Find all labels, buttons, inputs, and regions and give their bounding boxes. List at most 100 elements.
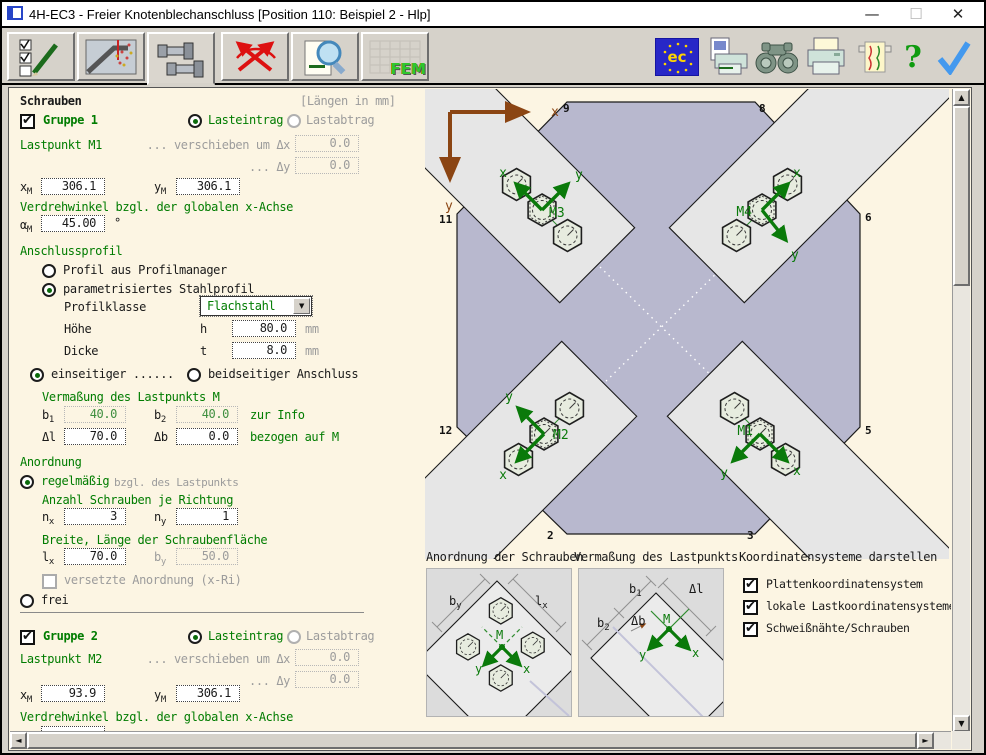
dl-label: Δl	[42, 430, 56, 445]
help-button[interactable]: ?	[898, 36, 928, 78]
group2-x-input[interactable]: 93.9	[41, 685, 105, 702]
group2-loadpoint-label: Lastpunkt M2	[20, 652, 102, 667]
by-input: 50.0	[176, 548, 238, 565]
group2-y-label: yM	[154, 688, 166, 708]
vertical-scrollbar[interactable]: ▲ ▼	[952, 89, 970, 732]
oneside-radio[interactable]	[30, 368, 44, 382]
app-icon	[7, 5, 23, 24]
group1-lasteintrag-label[interactable]: Lasteintrag	[208, 113, 283, 128]
nx-input[interactable]: 3	[64, 508, 126, 525]
group1-checkbox[interactable]	[20, 114, 35, 129]
lx-input[interactable]: 70.0	[64, 548, 126, 565]
scroll-down-button[interactable]: ▼	[953, 715, 970, 732]
mini1-y-label: y	[475, 662, 482, 676]
legend-dimension-heading: Vermaßung des Lastpunkts	[574, 550, 738, 564]
bolts-tab-active[interactable]	[147, 32, 215, 85]
group1-y-input[interactable]: 306.1	[176, 178, 240, 195]
twoside-label[interactable]: beidseitiger Anschluss	[208, 367, 358, 382]
binoculars-icon	[754, 37, 798, 77]
m1-x-axis-label: x	[793, 464, 801, 479]
profile-manager-radio[interactable]	[42, 264, 56, 278]
scroll-up-button[interactable]: ▲	[953, 89, 970, 106]
plate-cs-checkbox[interactable]	[743, 578, 758, 593]
local-cs-label[interactable]: lokale Lastkoordinatensysteme	[766, 599, 951, 614]
b1-input: 40.0	[64, 406, 126, 423]
section-anschlussprofil: Anschlussprofil	[20, 244, 122, 259]
scroll-view: Schrauben [Längen in mm] Gruppe 1 Lastei…	[10, 89, 951, 732]
loads-button[interactable]	[221, 32, 289, 81]
input-check-button[interactable]	[7, 32, 75, 81]
bolt-icon	[554, 220, 582, 252]
group2-lasteintrag-radio[interactable]	[188, 630, 202, 644]
gusset-plate-icon	[84, 36, 138, 78]
search-button[interactable]	[754, 36, 798, 78]
profile-manager-label[interactable]: Profil aus Profilmanager	[63, 263, 227, 278]
db-input[interactable]: 0.0	[176, 428, 238, 445]
global-x-label: x	[551, 105, 559, 120]
oneside-label[interactable]: einseitiger ......	[51, 367, 174, 382]
close-button[interactable]: ✕	[938, 2, 978, 26]
system-geometry-button[interactable]	[77, 32, 145, 81]
group1-lastabtrag-radio	[287, 114, 301, 128]
corner-12: 12	[439, 424, 452, 437]
group2-shift-dx-label: ... verschieben um Δx	[140, 652, 290, 667]
offset-checkbox	[42, 574, 57, 589]
profile-class-value: Flachstahl	[207, 299, 275, 313]
scroll-left-button[interactable]: ◄	[10, 732, 27, 749]
scroll-right-button[interactable]: ►	[917, 732, 934, 749]
vertical-scroll-thumb[interactable]	[953, 106, 970, 286]
maximize-button[interactable]: ☐	[896, 2, 936, 26]
profile-class-dropdown[interactable]: Flachstahl ▼	[200, 296, 312, 316]
thickness-input[interactable]: 8.0	[232, 342, 296, 359]
group2-checkbox[interactable]	[20, 630, 35, 645]
thickness-unit: mm	[305, 344, 319, 359]
crossed-arrows-icon	[229, 36, 281, 78]
profile-param-radio[interactable]	[42, 283, 56, 297]
regular-label[interactable]: regelmäßig	[41, 474, 109, 489]
eurocode-button[interactable]: ec	[655, 36, 699, 78]
loadpoint-m1-label: M1	[737, 424, 753, 439]
group2-title: Gruppe 2	[43, 629, 98, 644]
height-input[interactable]: 80.0	[232, 320, 296, 337]
ny-input[interactable]: 1	[176, 508, 238, 525]
preview-button[interactable]	[291, 32, 359, 81]
welds-bolts-label[interactable]: Schweißnähte/Schrauben	[766, 621, 910, 636]
horizontal-scrollbar[interactable]: ◄ ►	[10, 731, 951, 749]
free-radio[interactable]	[20, 594, 34, 608]
welds-bolts-checkbox[interactable]	[743, 622, 758, 637]
group2-lasteintrag-label[interactable]: Lasteintrag	[208, 629, 283, 644]
b2-label: b2	[154, 408, 166, 428]
m1-y-axis-label: y	[720, 466, 728, 481]
profile-param-label[interactable]: parametrisiertes Stahlprofil	[63, 282, 254, 297]
group1-lasteintrag-radio[interactable]	[188, 114, 202, 128]
horizontal-scroll-thumb[interactable]	[27, 732, 917, 749]
dropdown-arrow-icon[interactable]: ▼	[293, 298, 310, 314]
minimize-button[interactable]: —	[852, 2, 892, 26]
confirm-button[interactable]	[932, 36, 976, 78]
mini1-by-label: by	[449, 594, 462, 611]
group2-y-input[interactable]: 306.1	[176, 685, 240, 702]
fem-button[interactable]: FEM	[361, 32, 429, 81]
plot-manager-button[interactable]	[853, 36, 897, 78]
group1-x-label: xM	[20, 180, 32, 200]
ref-note: bezogen auf M	[250, 430, 339, 445]
corner-2: 2	[547, 529, 554, 542]
print-preview-button[interactable]	[707, 36, 751, 78]
plate-cs-label[interactable]: Plattenkoordinatensystem	[766, 577, 923, 592]
content-frame: Schrauben [Längen in mm] Gruppe 1 Lastei…	[8, 87, 972, 751]
print-button[interactable]	[804, 36, 848, 78]
section-anordnung: Anordnung	[20, 455, 81, 470]
info-note: zur Info	[250, 408, 305, 423]
mini-panel-arrangement: by lx M y x	[426, 568, 572, 717]
free-label[interactable]: frei	[41, 593, 68, 608]
global-y-label: y	[445, 199, 453, 214]
regular-radio[interactable]	[20, 475, 34, 489]
twoside-radio[interactable]	[187, 368, 201, 382]
dl-input[interactable]: 70.0	[64, 428, 126, 445]
mini2-dl-label: Δl	[689, 582, 703, 596]
group1-x-input[interactable]: 306.1	[41, 178, 105, 195]
loadpoint-m3-label: M3	[549, 206, 565, 221]
height-label: Höhe	[64, 322, 91, 337]
local-cs-checkbox[interactable]	[743, 600, 758, 615]
group1-angle-input[interactable]: 45.00	[41, 215, 105, 232]
